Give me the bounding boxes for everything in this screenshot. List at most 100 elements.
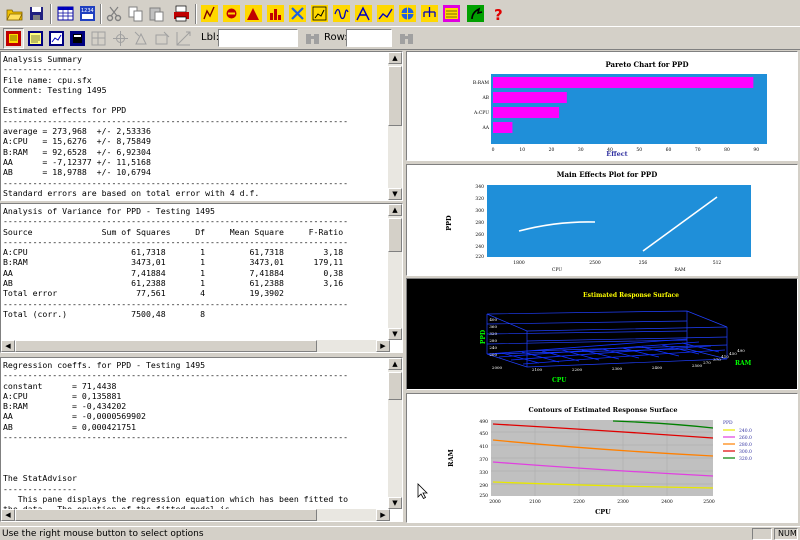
lbl-input[interactable]	[218, 29, 298, 47]
datasheet-icon[interactable]	[55, 3, 76, 24]
x-tick: 90	[753, 147, 759, 153]
scroll-thumb[interactable]	[15, 509, 317, 521]
main-toolbar: 1234 ?	[0, 0, 800, 27]
zoom-tool-icon[interactable]	[173, 28, 194, 49]
x-tick: 512	[713, 260, 722, 266]
scissors-cut-icon[interactable]	[104, 3, 125, 24]
paste-icon[interactable]	[146, 3, 167, 24]
pareto-category-label: AA	[482, 125, 490, 131]
identify-tool-icon[interactable]	[131, 28, 152, 49]
scroll-thumb[interactable]	[15, 340, 317, 352]
surface-ylabel: PPD	[480, 330, 487, 344]
y-tick: 290	[479, 483, 488, 489]
main-effects-plot-area	[487, 185, 751, 257]
x-tick: 2200	[572, 367, 583, 372]
stat-l-icon[interactable]	[441, 3, 462, 24]
stat-e-icon[interactable]	[287, 3, 308, 24]
scroll-thumb[interactable]	[388, 218, 402, 252]
stat-k-icon[interactable]	[419, 3, 440, 24]
number-data-icon[interactable]: 1234	[77, 3, 98, 24]
y-tick: 330	[479, 470, 488, 476]
z-tick: 200	[489, 352, 497, 357]
pareto-chart-pane[interactable]: Pareto Chart for PPD B:RAM AB A:CPU AA 0 10 2…	[406, 51, 798, 161]
scroll-down-button[interactable]: ▼	[388, 497, 402, 509]
scroll-thumb[interactable]	[388, 372, 402, 400]
grid-tool-icon[interactable]	[88, 28, 109, 49]
y-tick: 450	[479, 431, 488, 437]
row-input[interactable]	[346, 29, 392, 47]
stat-f-icon[interactable]	[309, 3, 330, 24]
stat-m-icon[interactable]	[465, 3, 486, 24]
scroll-right-button[interactable]: ▶	[376, 509, 390, 521]
print-icon[interactable]	[171, 3, 192, 24]
x-tick: 2000	[492, 365, 503, 370]
stat-g-icon[interactable]	[331, 3, 352, 24]
graph-pane-icon[interactable]	[46, 28, 67, 49]
stat-c-icon[interactable]	[243, 3, 264, 24]
horizontal-scrollbar[interactable]: ◀ ▶	[1, 509, 390, 521]
scroll-up-button[interactable]: ▲	[388, 52, 402, 64]
x-tick: 2100	[532, 367, 543, 372]
r-tick: 490	[737, 348, 745, 353]
open-folder-icon[interactable]	[4, 3, 25, 24]
y-tick: 300	[475, 208, 484, 214]
binoculars-row-icon[interactable]	[396, 28, 417, 49]
scroll-down-button[interactable]: ▼	[388, 188, 402, 200]
r-tick: 270	[703, 360, 711, 365]
stat-j-icon[interactable]	[397, 3, 418, 24]
x-tick: 2500	[703, 499, 715, 505]
text-pane-icon[interactable]	[25, 28, 46, 49]
x-tick: 10	[519, 147, 525, 153]
cursor-tool-icon[interactable]	[110, 28, 131, 49]
scroll-thumb[interactable]	[388, 66, 402, 126]
surface-title: Estimated Response Surface	[583, 292, 679, 299]
vertical-scrollbar[interactable]: ▲ ▼	[388, 204, 402, 340]
r-tick: 410	[721, 354, 729, 359]
x-tick: 30	[578, 147, 584, 153]
window-pane-icon[interactable]	[67, 28, 88, 49]
stat-d-icon[interactable]	[265, 3, 286, 24]
vertical-scrollbar[interactable]: ▲ ▼	[388, 52, 402, 200]
pareto-category-label: A:CPU	[473, 110, 489, 116]
z-tick: 320	[489, 331, 497, 336]
pareto-category-label: B:RAM	[473, 80, 489, 86]
horizontal-scrollbar[interactable]: ◀ ▶	[1, 340, 390, 352]
legend-title: PPD	[723, 420, 733, 426]
contours-pane[interactable]: Contours of Estimated Response Surface R…	[406, 393, 798, 523]
x-tick: 2500	[692, 363, 703, 368]
scroll-down-button[interactable]: ▼	[388, 328, 402, 340]
binoculars-lbl-icon[interactable]	[302, 28, 323, 49]
anova-pane[interactable]: Analysis of Variance for PPD - Testing 1…	[0, 203, 403, 353]
main-effects-pane[interactable]: Main Effects Plot for PPD PPD 340 320 30…	[406, 164, 798, 276]
regression-pane[interactable]: Regression coeffs. for PPD - Testing 149…	[0, 357, 403, 522]
y-tick: 320	[475, 196, 484, 202]
help-icon[interactable]: ?	[488, 3, 509, 24]
scroll-right-button[interactable]: ▶	[376, 340, 390, 352]
main-effects-title: Main Effects Plot for PPD	[557, 170, 658, 179]
vertical-scrollbar[interactable]: ▲ ▼	[388, 358, 402, 509]
legend-label: 320.0	[739, 456, 752, 462]
scroll-up-button[interactable]: ▲	[388, 204, 402, 216]
legend-label: 300.0	[739, 449, 752, 455]
exclude-tool-icon[interactable]	[152, 28, 173, 49]
stat-h-icon[interactable]	[353, 3, 374, 24]
x-tick: 256	[639, 260, 648, 266]
copy-icon[interactable]	[125, 3, 146, 24]
stat-i-icon[interactable]	[375, 3, 396, 24]
tabular-options-icon[interactable]	[3, 28, 24, 49]
stat-b-icon[interactable]	[221, 3, 242, 24]
x-tick: 2400	[652, 365, 663, 370]
pareto-bar	[493, 92, 567, 103]
scroll-up-button[interactable]: ▲	[388, 358, 402, 370]
pane-toolbar: Lbl: Row:	[0, 27, 800, 50]
pareto-title: Pareto Chart for PPD	[605, 60, 688, 69]
save-disk-icon[interactable]	[26, 3, 47, 24]
stat-a-icon[interactable]	[199, 3, 220, 24]
response-surface-pane[interactable]: Estimated Response Surface PPD 400 360 3…	[406, 278, 798, 390]
z-tick: 360	[489, 324, 497, 329]
status-indicator-empty	[752, 528, 772, 540]
scroll-left-button[interactable]: ◀	[1, 509, 15, 521]
analysis-summary-text: Analysis Summary ---------------- File n…	[3, 54, 349, 198]
analysis-summary-pane[interactable]: Analysis Summary ---------------- File n…	[0, 51, 403, 201]
scroll-left-button[interactable]: ◀	[1, 340, 15, 352]
